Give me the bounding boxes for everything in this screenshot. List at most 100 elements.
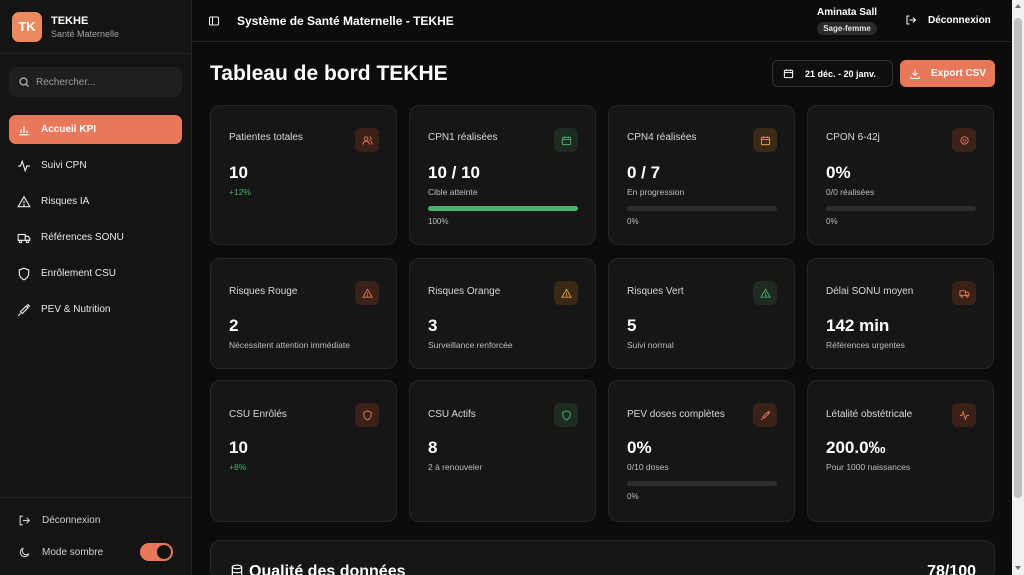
progress-label: 0% xyxy=(826,217,838,226)
calendar-icon xyxy=(554,128,578,152)
sidebar-nav: Accueil KPI Suivi CPN Risques IA Référen… xyxy=(9,115,182,331)
kpi-subtitle: 2 à renouveler xyxy=(428,462,483,472)
database-icon xyxy=(231,564,243,575)
kpi-title: Risques Rouge xyxy=(229,286,298,297)
date-range-button[interactable]: 21 déc. - 20 janv. xyxy=(772,60,893,87)
sidebar-item-accueil-kpi[interactable]: Accueil KPI xyxy=(9,115,182,144)
progress-bar xyxy=(627,206,777,211)
shield-icon xyxy=(355,403,379,427)
sidebar-item-label: Références SONU xyxy=(41,232,124,243)
progress-bar xyxy=(826,206,976,211)
progress-label: 0% xyxy=(627,217,639,226)
kpi-card-risques-orange: Risques Orange 3 Surveillance renforcée xyxy=(409,258,596,369)
kpi-value: 2 xyxy=(229,316,239,335)
kpi-value: 5 xyxy=(627,316,637,335)
syringe-icon xyxy=(753,403,777,427)
kpi-card-csu-enroles: CSU Enrôlés 10 +8% xyxy=(210,380,397,522)
kpi-subtitle: 0/0 réalisées xyxy=(826,187,875,197)
sidebar-toggle-icon[interactable] xyxy=(208,15,220,27)
sidebar-item-label: PEV & Nutrition xyxy=(41,304,111,315)
kpi-card-cpon: CPON 6-42j 0% 0/0 réalisées 0% xyxy=(807,105,994,245)
sidebar-item-references-sonu[interactable]: Références SONU xyxy=(9,223,182,252)
kpi-card-cpn1: CPN1 réalisées 10 / 10 Cible atteinte 10… xyxy=(409,105,596,245)
brand-logo: TK xyxy=(12,11,42,42)
export-csv-button[interactable]: Export CSV xyxy=(900,60,995,87)
search-box[interactable] xyxy=(9,67,182,97)
kpi-subtitle: Nécessitent attention immédiate xyxy=(229,340,350,350)
kpi-card-patientes-totales: Patientes totales 10 +12% xyxy=(210,105,397,245)
sidebar-item-enrolement-csu[interactable]: Enrôlement CSU xyxy=(9,259,182,288)
progress-bar xyxy=(428,206,578,211)
kpi-value: 10 xyxy=(229,438,248,457)
kpi-card-letalite: Létalité obstétricale 200.0‰ Pour 1000 n… xyxy=(807,380,994,522)
kpi-title: PEV doses complètes xyxy=(627,409,725,420)
sidebar-item-risques-ia[interactable]: Risques IA xyxy=(9,187,182,216)
baby-icon xyxy=(952,128,976,152)
kpi-title: CSU Actifs xyxy=(428,409,476,420)
user-role-badge: Sage-femme xyxy=(817,22,877,35)
progress-bar xyxy=(627,481,777,486)
kpi-subtitle: Cible atteinte xyxy=(428,187,478,197)
kpi-subtitle: Suivi normal xyxy=(627,340,674,350)
kpi-card-risques-rouge: Risques Rouge 2 Nécessitent attention im… xyxy=(210,258,397,369)
ambulance-icon xyxy=(952,281,976,305)
kpi-subtitle: Pour 1000 naissances xyxy=(826,462,911,472)
data-quality-card: Qualité des données 78/100 xyxy=(210,540,995,575)
search-icon xyxy=(19,77,29,87)
brand-title: TEKHE xyxy=(51,14,89,27)
warning-icon xyxy=(554,281,578,305)
sidebar-item-label: Accueil KPI xyxy=(41,124,97,135)
header-title: Système de Santé Maternelle - TEKHE xyxy=(237,14,454,28)
kpi-title: Patientes totales xyxy=(229,132,303,143)
kpi-value: 0% xyxy=(826,163,851,182)
logout-icon xyxy=(906,15,917,25)
kpi-card-pev-doses: PEV doses complètes 0% 0/10 doses 0% xyxy=(608,380,795,522)
kpi-title: Délai SONU moyen xyxy=(826,286,914,297)
warning-icon xyxy=(17,195,31,207)
kpi-title: CPN1 réalisées xyxy=(428,132,498,143)
dark-mode-row: Mode sombre xyxy=(0,536,191,568)
sidebar-logout-label: Déconnexion xyxy=(42,514,101,526)
sidebar-logout-button[interactable]: Déconnexion xyxy=(0,504,191,536)
kpi-card-risques-vert: Risques Vert 5 Suivi normal xyxy=(608,258,795,369)
sidebar-item-label: Risques IA xyxy=(41,196,90,207)
kpi-card-cpn4: CPN4 réalisées 0 / 7 En progression 0% xyxy=(608,105,795,245)
kpi-value: 142 min xyxy=(826,316,890,335)
scroll-up-arrow-icon[interactable] xyxy=(1015,4,1021,8)
kpi-subtitle: En progression xyxy=(627,187,685,197)
data-quality-title: Qualité des données xyxy=(249,563,406,575)
kpi-title: Risques Vert xyxy=(627,286,684,297)
user-name: Aminata Sall xyxy=(816,7,878,18)
kpi-value: 10 / 10 xyxy=(428,163,480,182)
sidebar-item-pev-nutrition[interactable]: PEV & Nutrition xyxy=(9,295,182,324)
activity-icon xyxy=(18,159,30,172)
date-range-label: 21 déc. - 20 janv. xyxy=(805,68,876,79)
activity-icon xyxy=(952,403,976,427)
scroll-thumb[interactable] xyxy=(1014,18,1022,498)
brand: TK TEKHE Santé Maternelle xyxy=(0,0,191,54)
kpi-title: Létalité obstétricale xyxy=(826,409,913,420)
kpi-card-delai-sonu: Délai SONU moyen 142 min Références urge… xyxy=(807,258,994,369)
header-logout-button[interactable]: Déconnexion xyxy=(905,14,991,26)
data-quality-score: 78/100 xyxy=(927,563,976,575)
users-icon xyxy=(355,128,379,152)
sidebar-item-suivi-cpn[interactable]: Suivi CPN xyxy=(9,151,182,180)
calendar-icon xyxy=(783,69,794,79)
warning-icon xyxy=(355,281,379,305)
sidebar-footer: Déconnexion Mode sombre xyxy=(0,497,191,568)
page-scrollbar[interactable] xyxy=(1012,0,1024,575)
dark-mode-toggle[interactable] xyxy=(140,543,173,561)
sidebar-item-label: Enrôlement CSU xyxy=(41,268,117,279)
logout-icon xyxy=(19,515,31,525)
header-logout-label: Déconnexion xyxy=(928,14,991,26)
kpi-value: 0 / 7 xyxy=(627,163,661,182)
kpi-trend: +8% xyxy=(229,462,247,472)
progress-fill xyxy=(428,206,578,211)
warning-icon xyxy=(753,281,777,305)
kpi-subtitle: Surveillance renforcée xyxy=(428,340,513,350)
user-info: Aminata Sall Sage-femme xyxy=(812,7,882,36)
kpi-value: 10 xyxy=(229,163,248,182)
search-input[interactable] xyxy=(36,76,176,88)
scroll-down-arrow-icon[interactable] xyxy=(1015,566,1021,570)
shield-icon xyxy=(18,267,30,280)
